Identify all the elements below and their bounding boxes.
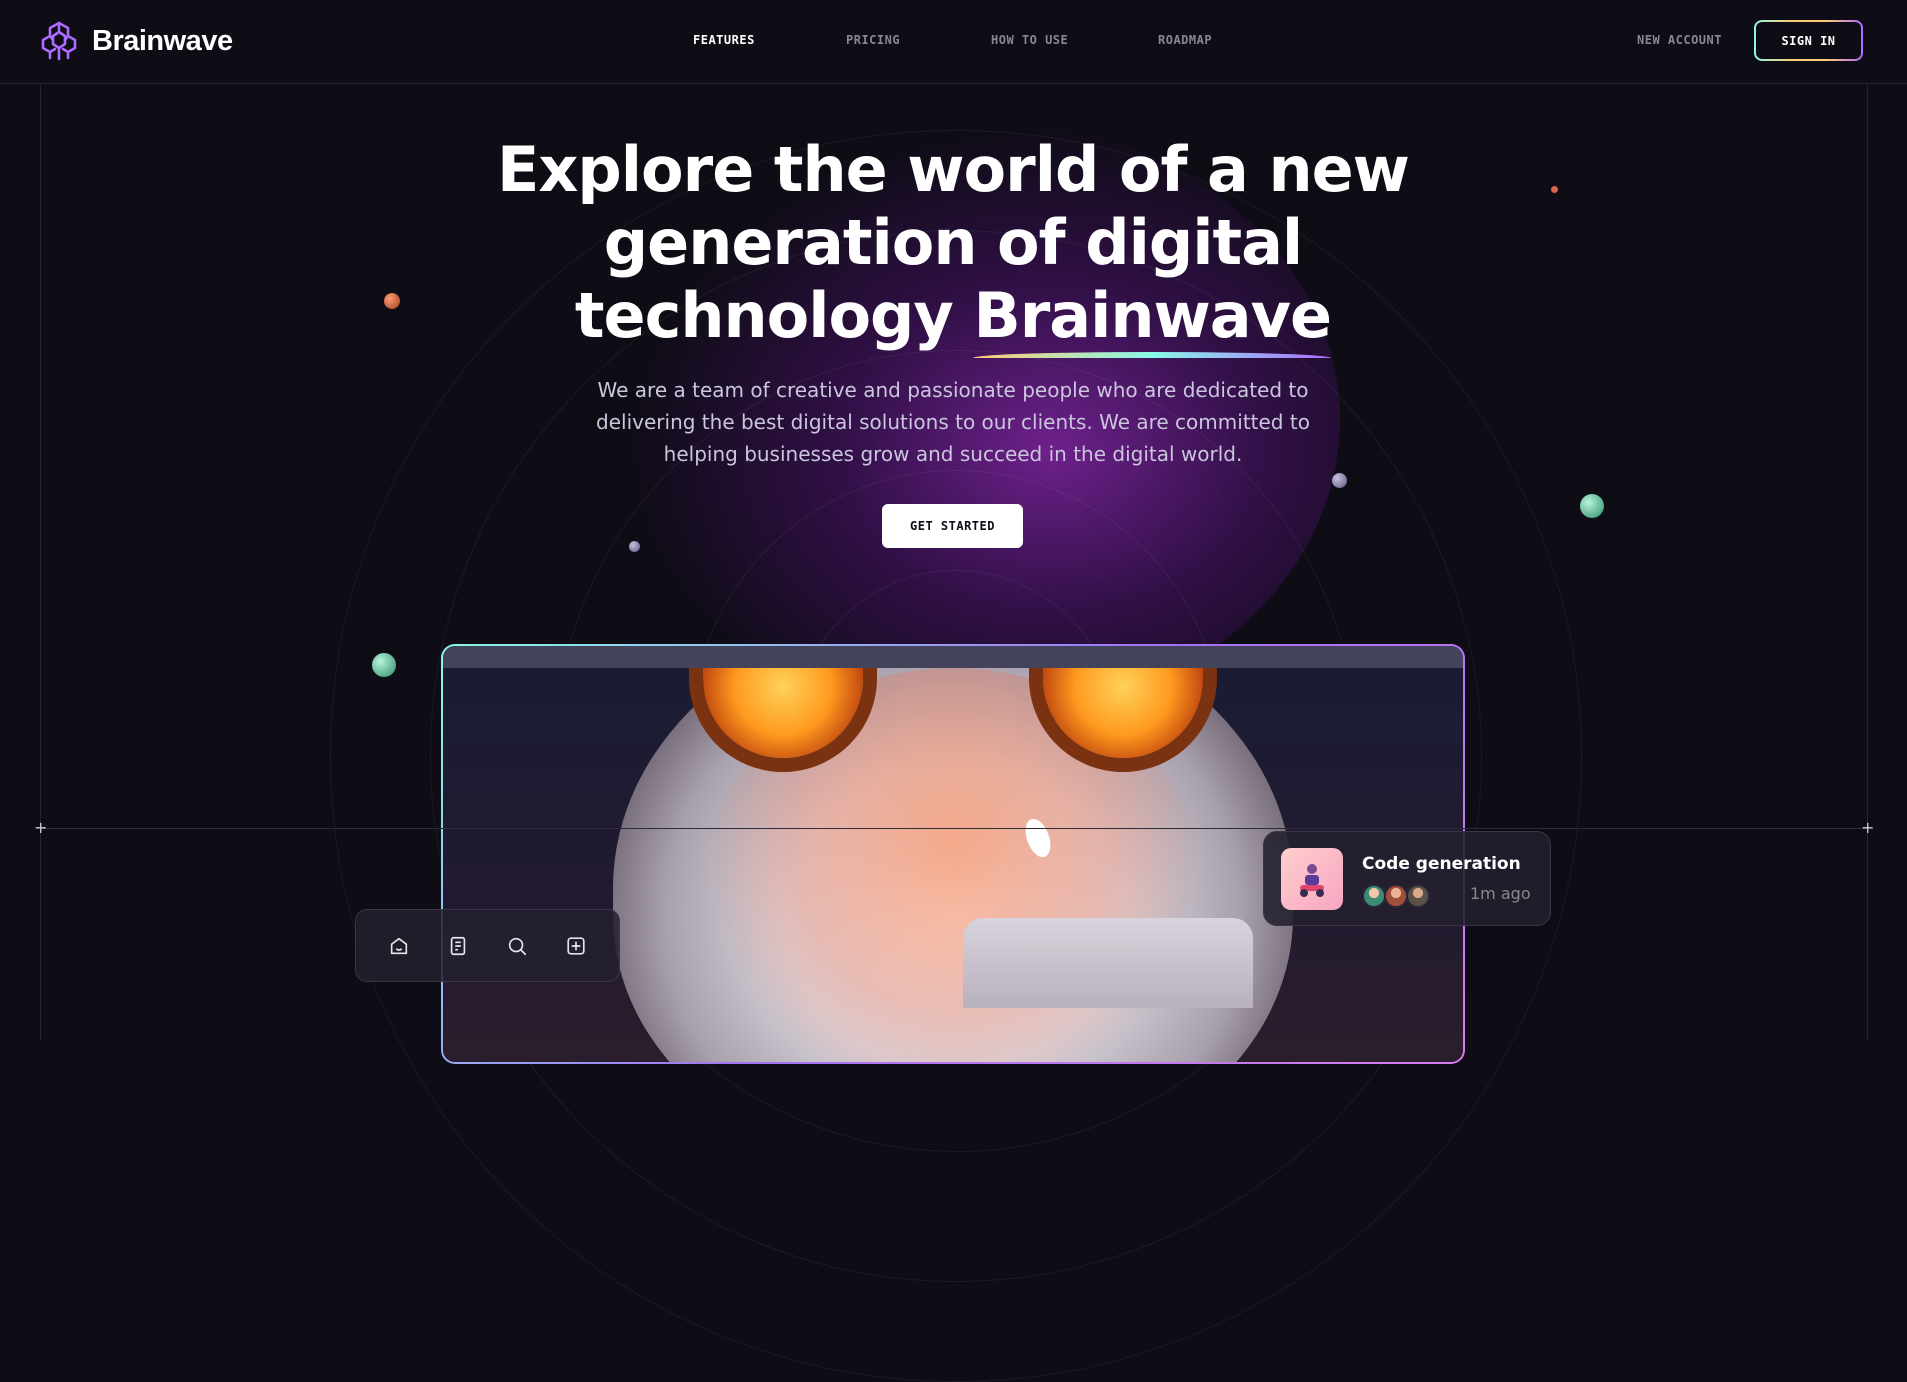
get-started-button[interactable]: GET STARTED [882, 504, 1023, 548]
avatar-group [1362, 884, 1430, 908]
orb-lavender [1332, 473, 1347, 488]
orb-tiny-lavender [629, 541, 640, 552]
sign-in-label: SIGN IN [1756, 22, 1861, 59]
hero-title: Explore the world of a new generation of… [453, 133, 1453, 358]
new-account-link[interactable]: NEW ACCOUNT [1637, 33, 1722, 47]
plus-square-icon[interactable] [558, 928, 594, 964]
grid-line-right [1867, 84, 1868, 1040]
grid-line-horizontal [40, 828, 1867, 829]
grid-line-left [40, 84, 41, 1040]
nav-item-pricing[interactable]: PRICING [846, 33, 900, 47]
notification-thumbnail [1281, 848, 1343, 910]
main-nav: FEATURES PRICING HOW TO USE ROADMAP NEW … [0, 0, 1907, 84]
nav-item-roadmap[interactable]: ROADMAP [1158, 33, 1212, 47]
orb-small-red [1551, 186, 1558, 193]
orb-orange [384, 293, 400, 309]
orb-green-right [1580, 494, 1604, 518]
avatar [1362, 884, 1386, 908]
nav-item-how-to-use[interactable]: HOW TO USE [991, 33, 1068, 47]
search-icon[interactable] [499, 928, 535, 964]
plus-marker-left: + [34, 818, 48, 837]
notification-title: Code generation [1362, 854, 1521, 874]
orb-green-left [372, 653, 396, 677]
document-icon[interactable] [440, 928, 476, 964]
nav-item-features[interactable]: FEATURES [693, 33, 755, 47]
home-icon[interactable] [381, 928, 417, 964]
plus-marker-right: + [1861, 818, 1875, 837]
sign-in-button[interactable]: SIGN IN [1754, 20, 1863, 61]
robot-neck [963, 918, 1253, 1008]
avatar [1406, 884, 1430, 908]
floating-toolbar [355, 909, 620, 982]
hero-subtitle: We are a team of creative and passionate… [596, 378, 1310, 466]
site-header: Brainwave FEATURES PRICING HOW TO USE RO… [0, 0, 1907, 84]
frame-top-bar [443, 646, 1463, 668]
avatar [1384, 884, 1408, 908]
hero-title-highlight: Brainwave [973, 279, 1332, 358]
notification-card[interactable]: Code generation 1m ago [1263, 831, 1551, 926]
highlight-underline [973, 352, 1332, 358]
notification-time: 1m ago [1470, 884, 1531, 903]
hero-title-brand: Brainwave [973, 279, 1332, 352]
robot-head [613, 668, 1293, 1062]
